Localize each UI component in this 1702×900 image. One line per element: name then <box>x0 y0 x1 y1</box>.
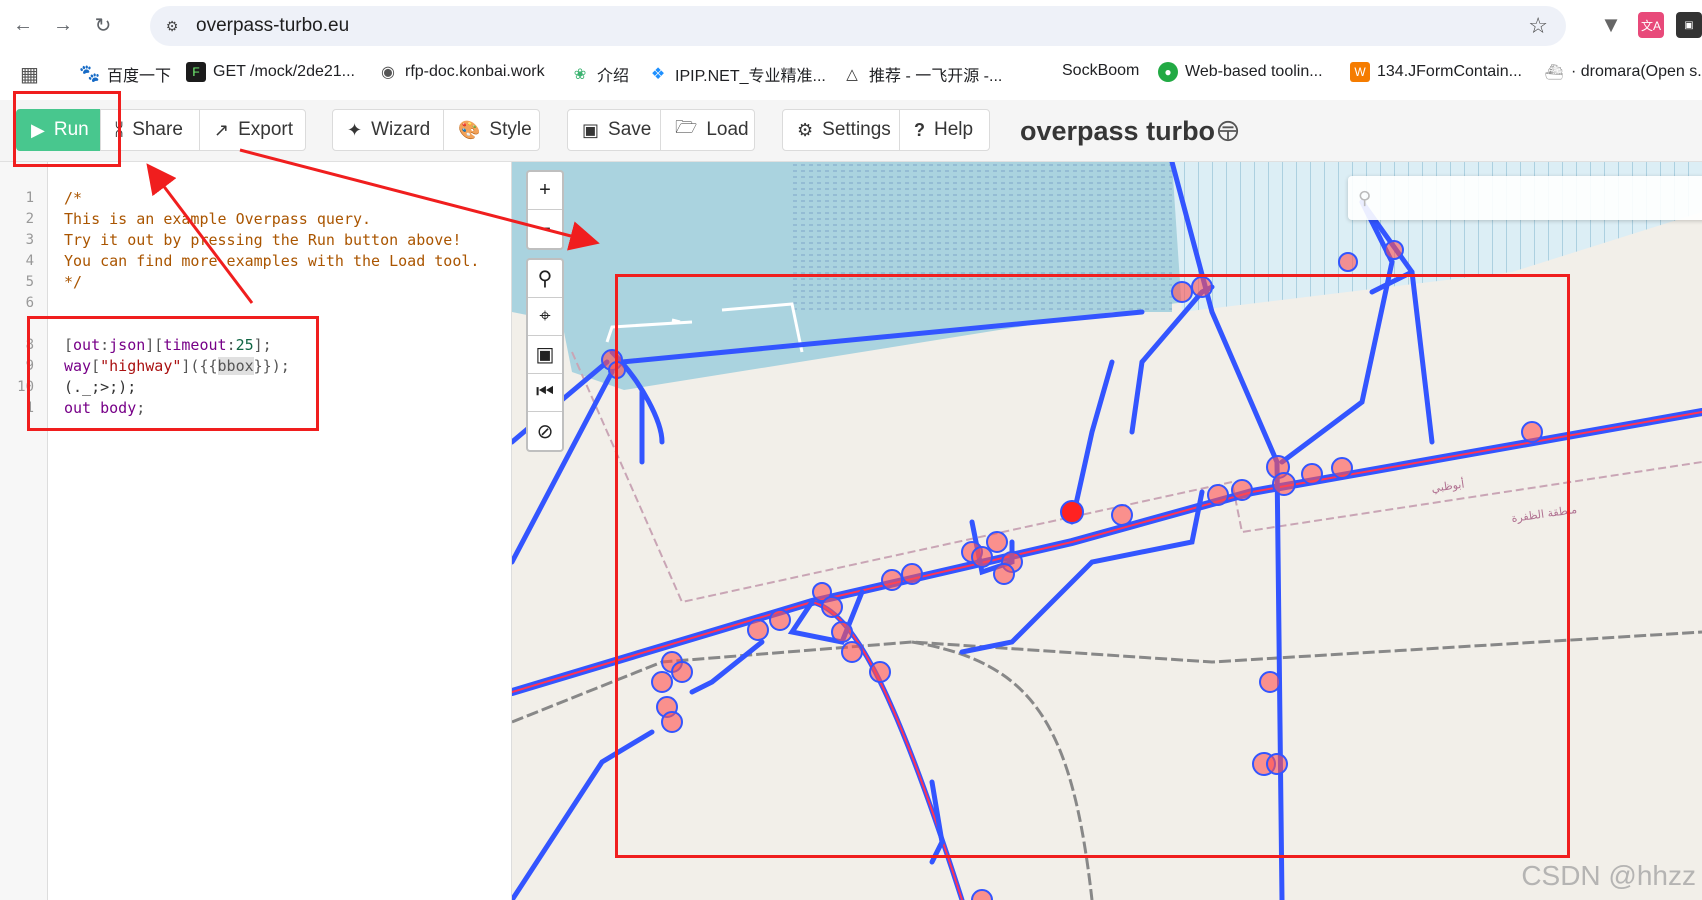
arrow-to-map <box>239 148 600 251</box>
arrow-to-run <box>146 163 254 304</box>
annotation-arrows <box>146 148 600 304</box>
